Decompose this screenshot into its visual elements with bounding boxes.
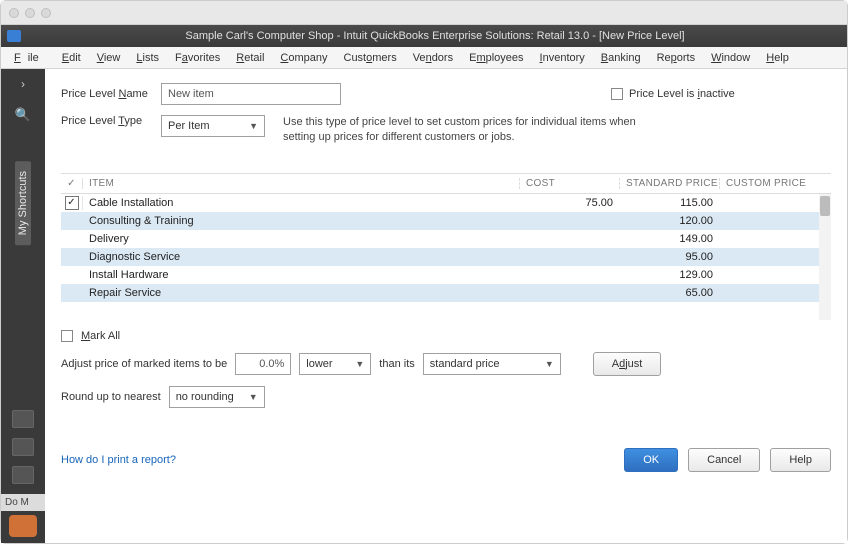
- menu-reports[interactable]: Reports: [650, 49, 703, 67]
- mac-titlebar: [1, 1, 847, 25]
- help-link[interactable]: How do I print a report?: [61, 454, 176, 466]
- adjust-label: Adjust price of marked items to be: [61, 358, 227, 370]
- sidebar-tool-icon[interactable]: [12, 410, 34, 428]
- menu-inventory[interactable]: Inventory: [533, 49, 592, 67]
- round-value: no rounding: [176, 391, 234, 403]
- menu-employees[interactable]: Employees: [462, 49, 530, 67]
- price-level-type-value: Per Item: [168, 120, 210, 132]
- sidebar-tool-icon[interactable]: [12, 466, 34, 484]
- menu-customers[interactable]: Customers: [337, 49, 404, 67]
- price-level-name-input[interactable]: [161, 83, 341, 105]
- sidebar-shortcuts-label[interactable]: My Shortcuts: [15, 161, 31, 245]
- col-standard-price[interactable]: STANDARD PRICE: [619, 178, 719, 189]
- menu-banking[interactable]: Banking: [594, 49, 648, 67]
- table-row[interactable]: [61, 302, 831, 320]
- menu-view[interactable]: View: [90, 49, 128, 67]
- sidebar-do-more-label[interactable]: Do M: [1, 494, 45, 511]
- table-row[interactable]: ✓Cable Installation75.00115.00: [61, 194, 831, 212]
- cancel-button[interactable]: Cancel: [688, 448, 760, 472]
- menu-retail[interactable]: Retail: [229, 49, 271, 67]
- col-check: ✓: [61, 178, 83, 189]
- table-scrollbar[interactable]: [819, 194, 831, 320]
- price-level-type-label: Price Level Type: [61, 115, 161, 127]
- help-button[interactable]: Help: [770, 448, 831, 472]
- mark-all-label: Mark All: [81, 330, 120, 342]
- menu-favorites[interactable]: Favorites: [168, 49, 227, 67]
- traffic-light-close[interactable]: [9, 8, 19, 18]
- sidebar-search-icon[interactable]: 🔍: [15, 99, 31, 131]
- adjust-direction-value: lower: [306, 358, 332, 370]
- row-standard-price: 149.00: [619, 233, 719, 245]
- row-cost: 75.00: [519, 197, 619, 209]
- row-standard-price: 65.00: [619, 287, 719, 299]
- adjust-button[interactable]: Adjust: [593, 352, 662, 376]
- adjust-basis-combo[interactable]: standard price ▼: [423, 353, 561, 375]
- col-item[interactable]: ITEM: [83, 178, 519, 189]
- adjust-percent-input[interactable]: [235, 353, 291, 375]
- mark-all-checkbox[interactable]: [61, 330, 73, 342]
- menu-company[interactable]: Company: [273, 49, 334, 67]
- type-help-text: Use this type of price level to set cust…: [283, 115, 663, 145]
- row-item: Consulting & Training: [83, 215, 519, 227]
- menubar: File Edit View Lists Favorites Retail Co…: [1, 47, 847, 69]
- traffic-light-minimize[interactable]: [25, 8, 35, 18]
- chevron-down-icon: ▼: [345, 359, 364, 369]
- row-standard-price: 120.00: [619, 215, 719, 227]
- table-row[interactable]: Consulting & Training 120.00: [61, 212, 831, 230]
- scrollbar-thumb[interactable]: [820, 196, 830, 216]
- chevron-down-icon: ▼: [239, 392, 258, 402]
- row-item: Diagnostic Service: [83, 251, 519, 263]
- table-row[interactable]: Install Hardware 129.00: [61, 266, 831, 284]
- sidebar: › 🔍 My Shortcuts Do M: [1, 69, 45, 543]
- inactive-checkbox[interactable]: [611, 88, 623, 100]
- row-standard-price: 115.00: [619, 197, 719, 209]
- app-titlebar: Sample Carl's Computer Shop - Intuit Qui…: [1, 25, 847, 47]
- main-content: Price Level Name Price Level is inactive…: [45, 69, 847, 543]
- sidebar-expand-icon[interactable]: ›: [21, 69, 25, 99]
- traffic-light-zoom[interactable]: [41, 8, 51, 18]
- round-label: Round up to nearest: [61, 391, 161, 403]
- col-custom-price[interactable]: CUSTOM PRICE: [719, 178, 819, 189]
- app-logo-icon: [7, 30, 21, 42]
- adjust-basis-value: standard price: [430, 358, 500, 370]
- round-combo[interactable]: no rounding ▼: [169, 386, 265, 408]
- table-header: ✓ ITEM COST STANDARD PRICE CUSTOM PRICE: [61, 174, 831, 194]
- inactive-label: Price Level is inactive: [629, 88, 735, 100]
- row-checkbox[interactable]: ✓: [61, 196, 83, 210]
- menu-help[interactable]: Help: [759, 49, 796, 67]
- menu-lists[interactable]: Lists: [129, 49, 166, 67]
- row-item: Cable Installation: [83, 197, 519, 209]
- table-row[interactable]: Delivery 149.00: [61, 230, 831, 248]
- row-standard-price: 129.00: [619, 269, 719, 281]
- menu-file[interactable]: File: [7, 49, 53, 67]
- sidebar-tool-icon[interactable]: [12, 438, 34, 456]
- price-level-name-label: Price Level Name: [61, 88, 161, 100]
- price-level-type-combo[interactable]: Per Item ▼: [161, 115, 265, 137]
- row-standard-price: 95.00: [619, 251, 719, 263]
- col-cost[interactable]: COST: [519, 178, 619, 189]
- table-body: ✓Cable Installation75.00115.00Consulting…: [61, 194, 831, 320]
- table-row[interactable]: Repair Service 65.00: [61, 284, 831, 302]
- chevron-down-icon: ▼: [535, 359, 554, 369]
- adjust-direction-combo[interactable]: lower ▼: [299, 353, 371, 375]
- menu-edit[interactable]: Edit: [55, 49, 88, 67]
- row-item: Repair Service: [83, 287, 519, 299]
- menu-vendors[interactable]: Vendors: [406, 49, 460, 67]
- items-table: ✓ ITEM COST STANDARD PRICE CUSTOM PRICE …: [61, 173, 831, 320]
- sidebar-app-icon[interactable]: [9, 515, 37, 537]
- row-item: Delivery: [83, 233, 519, 245]
- table-row[interactable]: Diagnostic Service 95.00: [61, 248, 831, 266]
- app-title: Sample Carl's Computer Shop - Intuit Qui…: [29, 30, 841, 42]
- menu-window[interactable]: Window: [704, 49, 757, 67]
- than-its-label: than its: [379, 358, 414, 370]
- chevron-down-icon: ▼: [239, 121, 258, 131]
- row-item: Install Hardware: [83, 269, 519, 281]
- ok-button[interactable]: OK: [624, 448, 678, 472]
